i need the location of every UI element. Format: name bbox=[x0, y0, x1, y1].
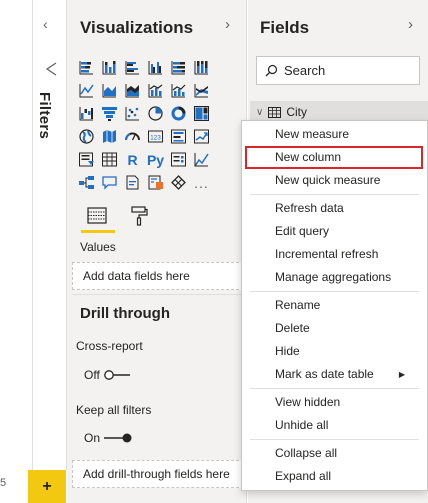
treemap-icon[interactable] bbox=[190, 102, 213, 125]
section-divider bbox=[72, 294, 244, 295]
donut-chart-icon[interactable] bbox=[167, 102, 190, 125]
cross-report-toggle[interactable]: Off bbox=[84, 367, 131, 383]
collapse-filters-icon[interactable]: ‹ bbox=[43, 16, 48, 32]
toggle-on-icon bbox=[104, 433, 132, 443]
table-icon bbox=[268, 106, 282, 118]
menu-separator bbox=[250, 291, 419, 292]
python-visual-icon[interactable] bbox=[167, 148, 190, 171]
kpi-icon[interactable] bbox=[190, 125, 213, 148]
arcgis-map-icon[interactable] bbox=[167, 171, 190, 194]
keep-all-filters-state: On bbox=[84, 431, 101, 445]
expand-fields-icon[interactable]: › bbox=[408, 16, 413, 33]
r-visual-icon[interactable]: Py bbox=[144, 148, 167, 171]
cross-report-state: Off bbox=[84, 368, 100, 382]
more-visuals-label: ... bbox=[194, 174, 209, 191]
menu-item-expand-all[interactable]: Expand all bbox=[242, 465, 427, 488]
100-percent-bar-chart-icon[interactable] bbox=[167, 56, 190, 79]
search-icon bbox=[265, 64, 278, 77]
svg-text:123: 123 bbox=[150, 135, 161, 142]
search-placeholder: Search bbox=[284, 63, 326, 78]
line-clustered-column-icon[interactable] bbox=[144, 79, 167, 102]
matrix-r-label: R bbox=[127, 151, 138, 168]
smart-narrative-icon[interactable] bbox=[121, 171, 144, 194]
ribbon-chart-icon[interactable] bbox=[190, 79, 213, 102]
menu-item-new-quick-measure[interactable]: New quick measure bbox=[242, 169, 427, 192]
stacked-column-chart-icon[interactable] bbox=[98, 56, 121, 79]
line-chart-icon[interactable] bbox=[75, 79, 98, 102]
menu-separator bbox=[250, 388, 419, 389]
menu-item-unhide-all[interactable]: Unhide all bbox=[242, 414, 427, 437]
menu-item-incremental-refresh[interactable]: Incremental refresh bbox=[242, 243, 427, 266]
pie-chart-icon[interactable] bbox=[144, 102, 167, 125]
drill-through-drop-well[interactable]: Add drill-through fields here bbox=[72, 460, 244, 488]
slicer-icon[interactable] bbox=[75, 148, 98, 171]
table-context-menu: New measure New column New quick measure… bbox=[241, 120, 428, 491]
values-label: Values bbox=[80, 240, 116, 254]
visualizations-title: Visualizations bbox=[80, 18, 194, 37]
multi-row-card-icon[interactable] bbox=[167, 125, 190, 148]
fields-tab-icon[interactable] bbox=[85, 204, 109, 228]
menu-item-label: Mark as date table bbox=[275, 367, 374, 381]
menu-item-edit-query[interactable]: Edit query bbox=[242, 220, 427, 243]
cross-report-label: Cross-report bbox=[76, 339, 143, 353]
menu-item-new-measure[interactable]: New measure bbox=[242, 123, 427, 146]
100-percent-column-chart-icon[interactable] bbox=[190, 56, 213, 79]
menu-item-hide[interactable]: Hide bbox=[242, 340, 427, 363]
filters-pane: ‹ Filters bbox=[33, 0, 67, 470]
key-influencers-icon[interactable] bbox=[190, 148, 213, 171]
filter-funnel-icon bbox=[45, 62, 57, 79]
menu-item-rename[interactable]: Rename bbox=[242, 294, 427, 317]
paginated-report-icon[interactable] bbox=[144, 171, 167, 194]
menu-item-manage-aggregations[interactable]: Manage aggregations bbox=[242, 266, 427, 289]
format-paint-roller-icon[interactable] bbox=[127, 204, 151, 228]
decomposition-tree-icon[interactable] bbox=[75, 171, 98, 194]
more-icon[interactable]: ... bbox=[190, 171, 213, 194]
page-number: 5 bbox=[0, 477, 7, 489]
funnel-chart-icon[interactable] bbox=[98, 102, 121, 125]
table-icon[interactable] bbox=[98, 148, 121, 171]
menu-item-delete[interactable]: Delete bbox=[242, 317, 427, 340]
fields-title: Fields bbox=[260, 18, 310, 37]
filters-title[interactable]: Filters bbox=[36, 92, 53, 139]
drill-through-title: Drill through bbox=[80, 305, 170, 322]
menu-item-refresh-data[interactable]: Refresh data bbox=[242, 197, 427, 220]
toggle-off-icon bbox=[103, 370, 130, 380]
visualizations-pane: Visualizations › 123 R Py ... Values Add… bbox=[67, 0, 247, 503]
gauge-icon[interactable] bbox=[121, 125, 144, 148]
keep-all-filters-label: Keep all filters bbox=[76, 403, 152, 417]
report-canvas[interactable] bbox=[0, 0, 33, 503]
clustered-bar-chart-icon[interactable] bbox=[121, 56, 144, 79]
stacked-bar-chart-icon[interactable] bbox=[75, 56, 98, 79]
scatter-chart-icon[interactable] bbox=[121, 102, 144, 125]
menu-item-new-column[interactable]: New column bbox=[245, 146, 423, 169]
visual-gallery: 123 R Py ... bbox=[75, 56, 236, 194]
menu-item-mark-as-date-table[interactable]: Mark as date table ▶ bbox=[242, 363, 427, 386]
values-drop-well[interactable]: Add data fields here bbox=[72, 262, 244, 290]
waterfall-chart-icon[interactable] bbox=[75, 102, 98, 125]
python-py-label: Py bbox=[146, 151, 165, 168]
stacked-area-chart-icon[interactable] bbox=[121, 79, 144, 102]
clustered-column-chart-icon[interactable] bbox=[144, 56, 167, 79]
keep-all-filters-toggle[interactable]: On bbox=[84, 430, 133, 446]
menu-separator bbox=[250, 439, 419, 440]
menu-separator bbox=[250, 194, 419, 195]
add-page-button[interactable]: + bbox=[28, 470, 66, 503]
map-icon[interactable] bbox=[75, 125, 98, 148]
menu-item-collapse-all[interactable]: Collapse all bbox=[242, 442, 427, 465]
expand-visualizations-icon[interactable]: › bbox=[225, 16, 230, 33]
qa-icon[interactable] bbox=[98, 171, 121, 194]
matrix-icon[interactable]: R bbox=[121, 148, 144, 171]
card-icon[interactable]: 123 bbox=[144, 125, 167, 148]
filled-map-icon[interactable] bbox=[98, 125, 121, 148]
pane-tabs bbox=[77, 202, 237, 234]
active-tab-indicator bbox=[81, 230, 115, 233]
menu-item-view-hidden[interactable]: View hidden bbox=[242, 391, 427, 414]
area-chart-icon[interactable] bbox=[98, 79, 121, 102]
chevron-down-icon[interactable]: ∨ bbox=[256, 107, 263, 118]
submenu-arrow-icon: ▶ bbox=[398, 370, 405, 379]
table-name: City bbox=[286, 105, 307, 119]
fields-search-input[interactable]: Search bbox=[256, 56, 420, 85]
line-stacked-column-icon[interactable] bbox=[167, 79, 190, 102]
